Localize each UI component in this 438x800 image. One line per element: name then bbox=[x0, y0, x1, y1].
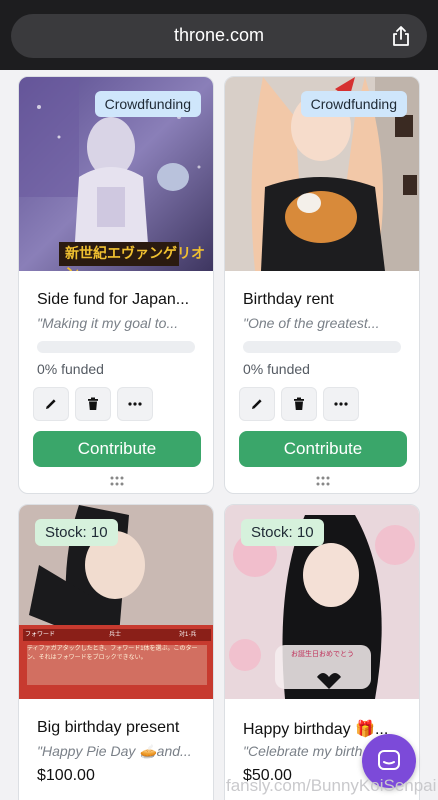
funded-status: 0% funded bbox=[243, 361, 310, 377]
funded-status: 0% funded bbox=[37, 361, 104, 377]
delete-button[interactable] bbox=[75, 387, 111, 421]
chat-icon bbox=[378, 750, 400, 770]
stock-badge: Stock: 10 bbox=[241, 519, 324, 546]
badge: Crowdfunding bbox=[300, 91, 407, 117]
trash-icon bbox=[88, 397, 98, 410]
url-text: throne.com bbox=[173, 25, 265, 45]
progress-bar bbox=[243, 341, 401, 353]
more-icon bbox=[128, 402, 142, 406]
drag-handle-icon[interactable] bbox=[315, 475, 331, 487]
delete-button[interactable] bbox=[281, 387, 317, 421]
pencil-icon bbox=[46, 399, 56, 409]
trash-icon bbox=[294, 397, 304, 410]
more-icon bbox=[334, 402, 348, 406]
card-game-tag-mid: 兵士 bbox=[109, 632, 122, 638]
card-game-text: ティファガアタックしたとき、フォワード1体を選ぶ。このターン、それはフォワードを… bbox=[27, 646, 198, 661]
badge: Crowdfunding bbox=[94, 91, 201, 117]
edit-button[interactable] bbox=[239, 387, 275, 421]
product-card-big-present[interactable]: フォワード 兵士 対1·兵 ティファガアタックしたとき、フォワード1体を選ぶ。こ… bbox=[18, 504, 214, 800]
more-button[interactable] bbox=[117, 387, 153, 421]
contribute-button[interactable]: Contribute bbox=[33, 431, 201, 467]
card-title: Big birthday present bbox=[37, 719, 180, 736]
watermark: fansly.com/BunnyKoiSenpai bbox=[226, 776, 437, 795]
card-game-tag-left: フォワード bbox=[25, 632, 56, 638]
card-game-tag-right: 対1·兵 bbox=[179, 632, 197, 638]
stock-badge: Stock: 10 bbox=[35, 519, 118, 546]
more-button[interactable] bbox=[323, 387, 359, 421]
card-description: "Happy Pie Day 🥧and... bbox=[37, 743, 192, 759]
address-bar[interactable]: throne.com bbox=[11, 14, 427, 58]
share-icon[interactable] bbox=[389, 24, 413, 48]
browser-toolbar: throne.com bbox=[0, 0, 438, 70]
edit-button[interactable] bbox=[33, 387, 69, 421]
crowdfunding-card-japan[interactable]: 新世紀エヴァンゲリオン Crowdfunding Side fund for J… bbox=[18, 76, 214, 494]
contribute-button[interactable]: Contribute bbox=[239, 431, 407, 467]
card-image[interactable]: 新世紀エヴァンゲリオン Crowdfunding bbox=[19, 77, 213, 271]
crowdfunding-card-rent[interactable]: Crowdfunding Birthday rent "One of the g… bbox=[224, 76, 420, 494]
image-caption: お誕生日おめでとう bbox=[291, 651, 354, 658]
pencil-icon bbox=[252, 399, 262, 409]
card-title: Side fund for Japan... bbox=[37, 291, 190, 308]
drag-handle-icon[interactable] bbox=[109, 475, 125, 487]
progress-bar bbox=[37, 341, 195, 353]
image-caption: 新世紀エヴァンゲリオン bbox=[65, 245, 205, 271]
card-image[interactable]: お誕生日おめでとう Stock: 10 bbox=[225, 505, 419, 699]
card-title: Birthday rent bbox=[243, 291, 334, 308]
card-image[interactable]: Crowdfunding bbox=[225, 77, 419, 271]
price: $100.00 bbox=[37, 767, 95, 784]
card-image[interactable]: フォワード 兵士 対1·兵 ティファガアタックしたとき、フォワード1体を選ぶ。こ… bbox=[19, 505, 213, 699]
card-description: "One of the greatest... bbox=[243, 315, 380, 331]
card-description: "Making it my goal to... bbox=[37, 315, 179, 331]
product-grid: 新世紀エヴァンゲリオン Crowdfunding Side fund for J… bbox=[0, 70, 438, 800]
